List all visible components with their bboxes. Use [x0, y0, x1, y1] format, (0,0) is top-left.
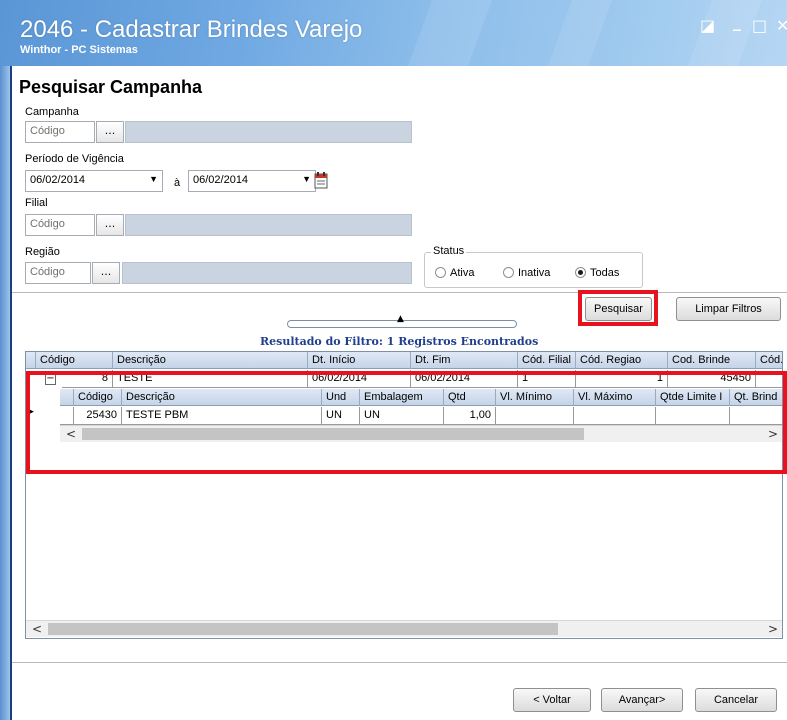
- column-header[interactable]: Cód. Filial: [518, 352, 576, 369]
- radio-icon: [503, 267, 514, 278]
- campanha-search-button[interactable]: ...: [96, 121, 124, 143]
- periodo-separator: à: [174, 177, 181, 189]
- regiao-label: Região: [25, 246, 60, 258]
- window-frame-left: [0, 66, 10, 720]
- page-title: Pesquisar Campanha: [19, 77, 203, 97]
- limpar-filtros-button[interactable]: Limpar Filtros: [676, 297, 781, 321]
- filial-code-input[interactable]: Código: [25, 214, 95, 236]
- minimize-icon[interactable]: _: [733, 12, 741, 31]
- regiao-code-input[interactable]: Código: [25, 262, 91, 284]
- divider: [12, 292, 787, 293]
- radio-checked-icon: [575, 267, 586, 278]
- campanha-description-field: [125, 121, 412, 143]
- maximize-icon[interactable]: □: [752, 16, 767, 35]
- campanha-code-input[interactable]: Código: [25, 121, 95, 143]
- campanha-label: Campanha: [25, 106, 79, 118]
- avancar-button[interactable]: Avançar>: [601, 688, 683, 712]
- column-header[interactable]: Dt. Fim: [411, 352, 518, 369]
- filial-label: Filial: [25, 197, 48, 209]
- column-header[interactable]: Cód. Regiao: [576, 352, 668, 369]
- window-title: 2046 - Cadastrar Brindes Varejo: [20, 16, 363, 43]
- title-bar: 2046 - Cadastrar Brindes Varejo Winthor …: [0, 0, 787, 66]
- status-radio-todas[interactable]: Todas: [575, 267, 619, 279]
- scroll-right-icon[interactable]: >: [768, 621, 778, 637]
- regiao-description-field: [122, 262, 412, 284]
- grid-highlight: [26, 371, 787, 474]
- chevron-down-icon[interactable]: ▼: [149, 174, 158, 184]
- calendar-icon[interactable]: [314, 171, 328, 189]
- periodo-from-value: 06/02/2014: [30, 174, 86, 186]
- close-icon[interactable]: ✕: [776, 16, 787, 35]
- restore-icon[interactable]: ◪: [700, 16, 715, 35]
- grid-header-corner: [26, 352, 36, 369]
- divider: [12, 662, 787, 663]
- status-radio-inativa[interactable]: Inativa: [503, 267, 550, 279]
- periodo-to-date[interactable]: 06/02/2014 ▼: [188, 170, 316, 192]
- column-header[interactable]: Cód.: [756, 352, 782, 369]
- status-legend: Status: [431, 245, 467, 257]
- result-title: Resultado do Filtro: 1 Registros Encontr…: [260, 335, 539, 348]
- status-radio-ativa[interactable]: Ativa: [435, 267, 474, 279]
- status-group: Status Ativa Inativa Todas: [424, 245, 643, 288]
- chevron-down-icon[interactable]: ▼: [302, 174, 311, 184]
- splitter-handle[interactable]: ▲: [287, 314, 517, 328]
- grid-horizontal-scrollbar[interactable]: < >: [26, 620, 782, 637]
- radio-icon: [435, 267, 446, 278]
- voltar-button[interactable]: < Voltar: [513, 688, 591, 712]
- filial-description-field: [125, 214, 412, 236]
- scroll-left-icon[interactable]: <: [32, 621, 42, 637]
- window-subtitle: Winthor - PC Sistemas: [20, 44, 138, 56]
- cancelar-button[interactable]: Cancelar: [695, 688, 777, 712]
- column-header[interactable]: Descrição: [113, 352, 308, 369]
- pesquisar-button[interactable]: Pesquisar: [585, 297, 652, 321]
- regiao-search-button[interactable]: ...: [92, 262, 120, 284]
- periodo-label: Período de Vigência: [25, 153, 124, 165]
- scroll-thumb[interactable]: [48, 623, 558, 635]
- column-header[interactable]: Cod. Brinde: [668, 352, 756, 369]
- main-panel: Pesquisar Campanha Campanha Código ... P…: [12, 66, 787, 720]
- periodo-to-value: 06/02/2014: [193, 174, 249, 186]
- column-header[interactable]: Código: [36, 352, 113, 369]
- periodo-from-date[interactable]: 06/02/2014 ▼: [25, 170, 163, 192]
- filial-search-button[interactable]: ...: [96, 214, 124, 236]
- column-header[interactable]: Dt. Início: [308, 352, 411, 369]
- chevron-up-icon: ▲: [397, 314, 404, 324]
